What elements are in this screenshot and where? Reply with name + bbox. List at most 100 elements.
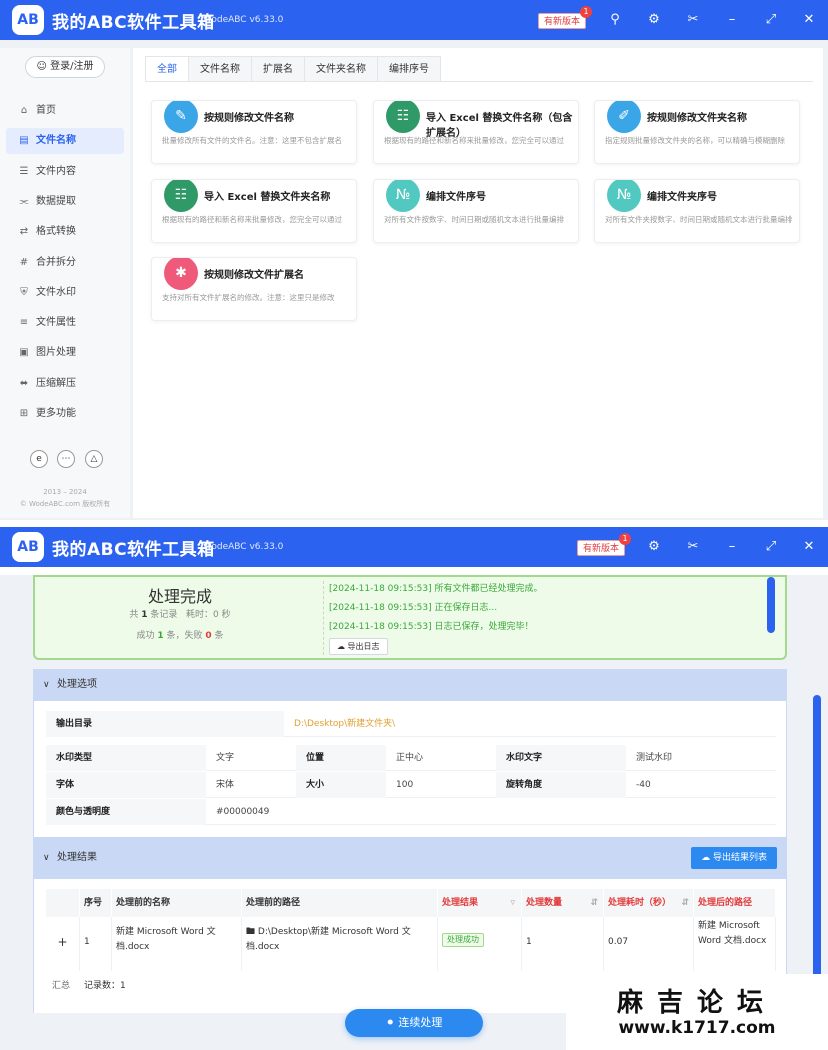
sidebar-item[interactable]: ⌂ 首页	[6, 98, 124, 124]
compress-icon: ⬌	[19, 377, 29, 389]
login-button[interactable]: ☺ 登录/注册	[25, 56, 105, 78]
sidebar-item-label: 格式转换	[36, 226, 76, 238]
sidebar-item[interactable]: ▣ 图片处理	[6, 340, 124, 366]
sidebar-item[interactable]: ⫘ 数据提取	[6, 189, 124, 215]
status-badge: 处理成功	[442, 933, 484, 947]
column-header-time[interactable]: 处理耗时（秒） ⇵	[604, 889, 694, 917]
close-icon[interactable]: ✕	[800, 538, 818, 556]
minimize-icon[interactable]: –	[723, 11, 741, 29]
tool-card[interactable]: № 编排文件夹序号 对所有文件夹按数字、时间日期或随机文本进行批量编排	[594, 179, 800, 243]
sidebar-item[interactable]: # 合并拆分	[6, 250, 124, 276]
option-value: 文字	[216, 753, 235, 763]
option-label: 字体	[46, 772, 206, 798]
tab[interactable]: 编排序号	[378, 56, 441, 82]
network-icon[interactable]: △	[85, 450, 103, 468]
tool-title: 导入 Excel 替换文件夹名称	[204, 192, 331, 203]
sidebar-item[interactable]: ≡ 文件属性	[6, 310, 124, 336]
row-time: 0.07	[604, 917, 694, 971]
log-line: [2024-11-18 09:15:53] 日志已保存，处理完毕！	[329, 622, 534, 632]
sidebar-item[interactable]: ⊞ 更多功能	[6, 401, 124, 427]
tool-card[interactable]: № 编排文件序号 对所有文件按数字、时间日期或随机文本进行批量编排	[373, 179, 579, 243]
gear-icon[interactable]: ⚙	[645, 538, 663, 556]
maximize-icon[interactable]: ⤢	[762, 538, 780, 556]
results-section-header[interactable]: ∨ 处理结果 ☁ 导出结果列表	[33, 837, 787, 879]
column-header-result[interactable]: 处理结果 ▿	[438, 889, 522, 917]
scrollbar-thumb[interactable]	[813, 695, 821, 995]
list-icon: ☰	[19, 165, 29, 177]
tool-icon: ✎	[164, 101, 198, 133]
tool-title: 按规则修改文件名称	[204, 113, 294, 124]
options-section-header[interactable]: ∨ 处理选项	[33, 669, 787, 701]
hash-icon: #	[19, 256, 29, 268]
sidebar-item-label: 图片处理	[36, 347, 76, 359]
log-scrollbar[interactable]	[767, 577, 775, 633]
app-title: 我的ABC软件工具箱	[52, 13, 215, 33]
ie-icon[interactable]: e	[30, 450, 48, 468]
search-icon[interactable]: ⚲	[606, 11, 624, 29]
tool-card[interactable]: ✐ 按规则修改文件夹名称 指定规则批量修改文件夹的名称，可以精确与模糊删除	[594, 100, 800, 164]
column-header-count[interactable]: 处理数量 ⇵	[522, 889, 604, 917]
option-row: 颜色与透明度 #00000049	[46, 799, 776, 825]
continue-process-button[interactable]: ⚫ 连续处理	[345, 1009, 483, 1037]
option-label: 大小	[296, 772, 386, 798]
sidebar-item[interactable]: ⬌ 压缩解压	[6, 371, 124, 397]
option-value: 测试水印	[636, 753, 673, 763]
expand-row-button[interactable]: +	[46, 917, 80, 971]
grid-icon: ⊞	[19, 408, 29, 419]
app-logo: AB	[12, 5, 44, 35]
output-dir-row: 输出目录 D:\Desktop\新建文件夹\	[46, 711, 776, 737]
app-window-home: AB 我的ABC软件工具箱 WodeABC v6.33.0 有新版本 1 ⚲ ⚙ …	[0, 0, 828, 520]
new-version-button[interactable]: 有新版本 1	[577, 533, 632, 556]
close-icon[interactable]: ✕	[800, 11, 818, 29]
vertical-scrollbar[interactable]	[812, 575, 822, 1041]
export-log-button[interactable]: ☁ 导出日志	[329, 638, 388, 655]
tab[interactable]: 全部	[145, 56, 189, 82]
tool-card[interactable]: ✎ 按规则修改文件名称批量修改所有文件的文件名。注意：这里不包含扩展名	[151, 100, 357, 164]
title-bar: AB 我的ABC软件工具箱 WodeABC v6.33.0 有新版本 1 ⚲ ⚙ …	[0, 0, 828, 40]
new-version-button[interactable]: 有新版本 1	[538, 6, 593, 29]
app-window-result: AB 我的ABC软件工具箱 WodeABC v6.33.0 有新版本 1 ⚙ ✂ …	[0, 527, 828, 1050]
app-logo: AB	[12, 532, 44, 562]
sidebar-item-label: 文件名称	[36, 135, 76, 147]
sidebar-item[interactable]: ☰ 文件内容	[6, 159, 124, 185]
log-divider	[323, 581, 324, 655]
minimize-icon[interactable]: –	[723, 538, 741, 556]
option-value: 100	[396, 780, 414, 790]
sort-icon[interactable]: ⇵	[590, 889, 598, 917]
sort-icon[interactable]: ⇵	[681, 889, 689, 917]
tool-card[interactable]: ✱ 按规则修改文件扩展名 支持对所有文件扩展名的修改。注意：这里只是修改	[151, 257, 357, 321]
sidebar-item[interactable]: ⇄ 格式转换	[6, 219, 124, 245]
sidebar: ☺ 登录/注册 ⌂ 首页 ▤ 文件名称 ☰ 文件内容 ⫘ 数据提取 ⇄ 格式转换 # 合并拆分 ⛨ 文件水…	[0, 48, 130, 518]
export-results-button[interactable]: ☁ 导出结果列表	[691, 847, 777, 869]
notification-badge: 1	[619, 533, 632, 545]
sidebar-item-label: 文件属性	[36, 317, 76, 329]
user-icon: ☺	[36, 61, 47, 72]
share-icon: ⫘	[19, 195, 29, 207]
tool-description: 支持对所有文件扩展名的修改。注意：这里只是修改	[162, 293, 335, 302]
sidebar-item[interactable]: ▤ 文件名称	[6, 128, 124, 155]
filter-icon[interactable]: ▿	[510, 889, 515, 917]
log-line: [2024-11-18 09:15:53] 正在保存日志...	[329, 603, 498, 613]
scissors-icon[interactable]: ✂	[684, 538, 702, 556]
tab[interactable]: 扩展名	[252, 56, 305, 82]
sidebar-item-label: 合并拆分	[36, 256, 76, 268]
tab[interactable]: 文件夹名称	[305, 56, 378, 82]
gear-icon[interactable]: ⚙	[645, 11, 663, 29]
sidebar-item[interactable]: ⛨ 文件水印	[6, 280, 124, 306]
tool-list-panel: 全部 文件名称 扩展名 文件夹名称 编排序号 ✎ 按规则修改文件名称批量修改所有文件的文件…	[133, 48, 823, 518]
scissors-icon[interactable]: ✂	[684, 11, 702, 29]
tab[interactable]: 文件名称	[189, 56, 252, 82]
column-header-name: 处理前的名称	[112, 889, 242, 917]
chat-icon[interactable]: ⋯	[57, 450, 75, 468]
copyright: © WodeABC.com 版权所有	[19, 500, 111, 508]
tool-description: 对所有文件夹按数字、时间日期或随机文本进行批量编排	[605, 215, 793, 224]
tool-card[interactable]: ☷ 导入 Excel 替换文件夹名称 根据现有的路径和新名称来批量修改，您完全可以通…	[151, 179, 357, 243]
category-tabs: 全部 文件名称 扩展名 文件夹名称 编排序号	[145, 56, 441, 82]
maximize-icon[interactable]: ⤢	[762, 11, 780, 29]
tool-description: 批量修改所有文件的文件名。注意：这里不包含扩展名	[162, 136, 342, 145]
tool-card[interactable]: ☷ 导入 Excel 替换文件名称（包含扩展名） 根据现有的路径和新名称来批量修改，…	[373, 100, 579, 164]
option-label: 位置	[296, 745, 386, 771]
row-result: 处理成功	[438, 917, 522, 971]
folder-icon: 🖿	[246, 927, 256, 937]
site-watermark: 麻吉论坛 www.k1717.com	[566, 974, 828, 1050]
